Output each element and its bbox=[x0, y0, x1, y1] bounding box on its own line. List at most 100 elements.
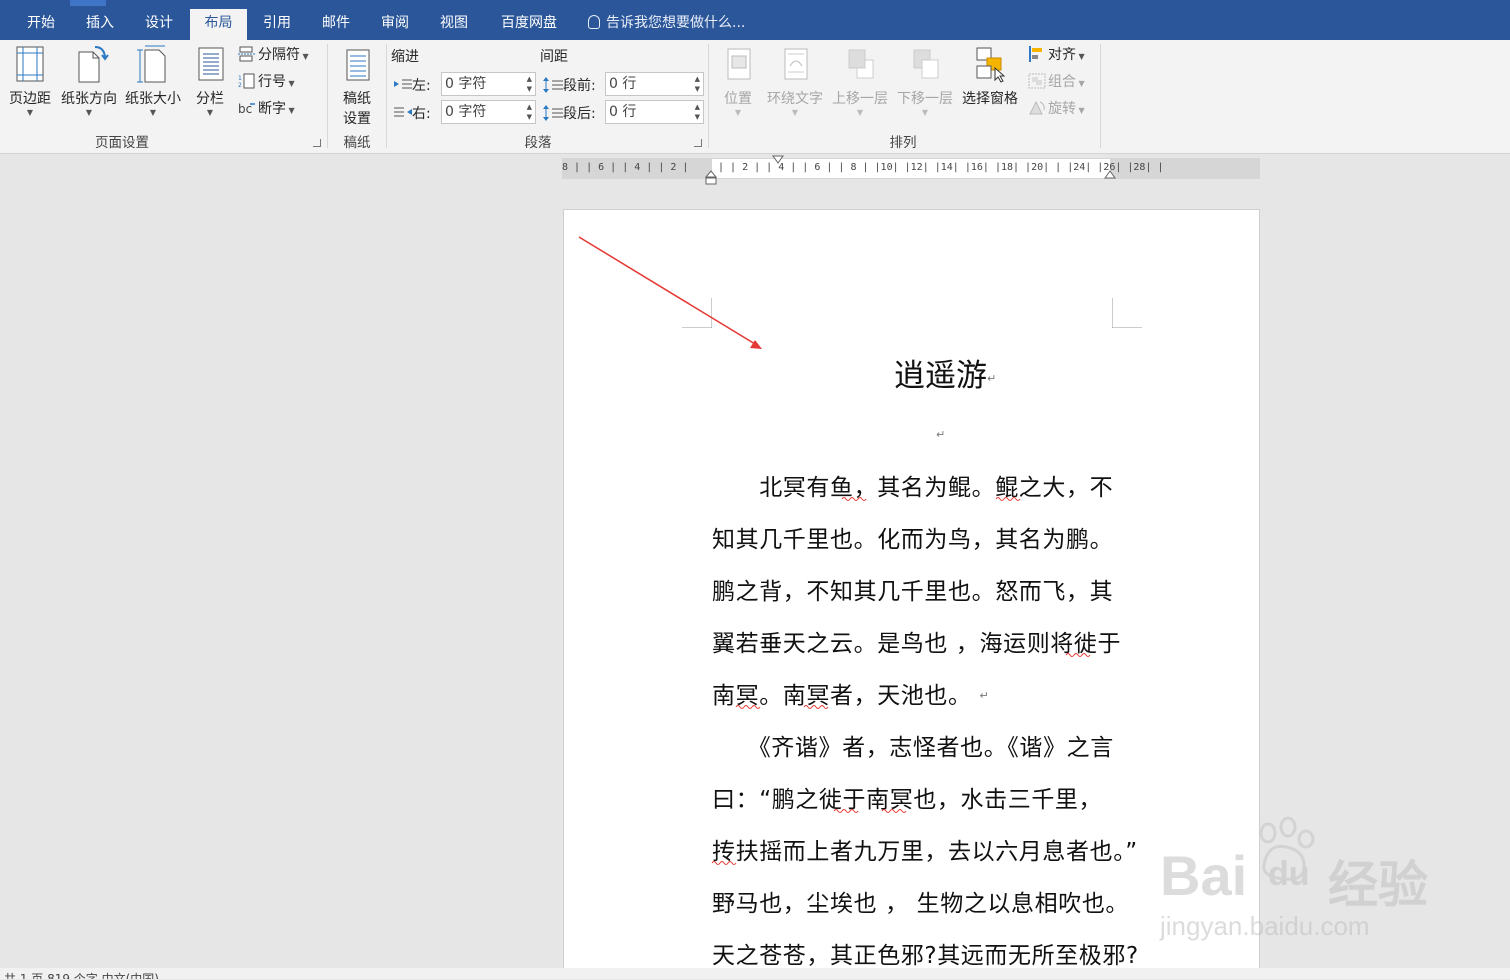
align-label: 对齐 bbox=[1048, 47, 1076, 63]
send-backward-label: 下移一层 bbox=[897, 91, 953, 107]
tab-mailings[interactable]: 邮件 bbox=[310, 12, 362, 38]
group-divider bbox=[708, 44, 709, 148]
group-divider bbox=[327, 44, 328, 148]
selection-pane-button[interactable]: 选择窗格 bbox=[958, 44, 1022, 108]
tab-layout[interactable]: 布局 bbox=[190, 9, 247, 40]
manuscript-line1: 稿纸 bbox=[343, 91, 371, 107]
watermark-brand-du: du bbox=[1268, 855, 1310, 893]
tab-references[interactable]: 引用 bbox=[251, 12, 303, 38]
send-backward-icon bbox=[913, 49, 939, 79]
rotate-label: 旋转 bbox=[1048, 101, 1076, 117]
spacing-after-value: 0 行 bbox=[609, 104, 637, 120]
status-bar: 共 1 页 819 个字 中文(中国) bbox=[0, 968, 1510, 979]
tab-design[interactable]: 设计 bbox=[133, 12, 185, 38]
wrap-text-icon bbox=[784, 48, 808, 80]
annotation-arrow bbox=[578, 236, 762, 349]
selection-pane-label: 选择窗格 bbox=[962, 91, 1018, 107]
align-icon bbox=[1029, 46, 1042, 62]
rotate-button[interactable]: 旋转 ▼ bbox=[1028, 98, 1085, 120]
spacing-before-input[interactable]: 0 行 ▲ ▼ bbox=[605, 72, 704, 96]
send-backward-button[interactable]: 下移一层 ▼ bbox=[894, 44, 956, 118]
line-numbers-label: 行号 bbox=[258, 74, 286, 90]
indent-right-icon bbox=[394, 107, 412, 117]
position-label: 位置 bbox=[724, 91, 752, 107]
columns-button[interactable]: 分栏 ▼ bbox=[188, 44, 232, 118]
group-divider bbox=[1100, 44, 1101, 148]
manuscript-icon bbox=[346, 49, 370, 81]
bring-forward-button[interactable]: 上移一层 ▼ bbox=[829, 44, 891, 118]
line-numbers-button[interactable]: 1 2 行号 ▼ bbox=[238, 71, 295, 93]
watermark-cn: 经验 bbox=[1328, 857, 1428, 913]
group-icon bbox=[1028, 73, 1046, 89]
watermark-url: jingyan.baidu.com bbox=[1160, 911, 1370, 941]
manuscript-settings-button[interactable]: 稿纸 设置 bbox=[334, 44, 380, 128]
page-setup-launcher-icon[interactable] bbox=[313, 139, 321, 147]
tab-home[interactable]: 开始 bbox=[16, 12, 66, 38]
indent-left-label: 左: bbox=[394, 75, 431, 95]
orientation-label: 纸张方向 bbox=[61, 91, 117, 107]
right-indent-marker-icon[interactable] bbox=[1104, 170, 1118, 180]
tab-view[interactable]: 视图 bbox=[428, 12, 480, 38]
tell-me-text: 告诉我您想要做什么... bbox=[606, 15, 746, 31]
ribbon-panel: 页边距 ▼ 纸张方向 ▼ 纸张大小 ▼ 分栏 ▼ 分隔符 ▼ 12行号 ▼ bbox=[0, 40, 1510, 154]
status-text: 共 1 页 819 个字 中文(中国) bbox=[4, 972, 159, 979]
spinner-arrows-icon[interactable]: ▲ ▼ bbox=[527, 102, 532, 122]
indent-heading: 缩进 bbox=[391, 49, 419, 65]
indent-left-icon bbox=[394, 79, 412, 89]
tab-review[interactable]: 审阅 bbox=[369, 12, 421, 38]
chevron-down-icon: ▼ bbox=[856, 108, 864, 117]
breaks-label: 分隔符 bbox=[258, 47, 300, 63]
indent-right-input[interactable]: 0 字符 ▲ ▼ bbox=[441, 100, 536, 124]
bring-forward-icon bbox=[848, 49, 874, 79]
manuscript-line2: 设置 bbox=[343, 111, 371, 127]
spacing-before-icon bbox=[543, 77, 563, 93]
position-icon bbox=[727, 48, 751, 80]
spacing-before-label: 段前: bbox=[543, 75, 596, 95]
columns-label: 分栏 bbox=[196, 91, 224, 107]
lightbulb-icon bbox=[588, 15, 600, 29]
svg-text:1: 1 bbox=[238, 75, 242, 82]
chevron-down-icon: ▼ bbox=[921, 108, 929, 117]
indent-right-label: 右: bbox=[394, 103, 431, 123]
chevron-down-icon: ▼ bbox=[149, 108, 157, 117]
spinner-arrows-icon[interactable]: ▲ ▼ bbox=[695, 102, 700, 122]
align-button[interactable]: 对齐 ▼ bbox=[1028, 44, 1085, 66]
rotate-icon bbox=[1029, 100, 1045, 115]
paragraph-launcher-icon[interactable] bbox=[694, 139, 702, 147]
hyphenation-label: 断字 bbox=[258, 101, 286, 117]
tab-insert[interactable]: 插入 bbox=[74, 12, 126, 38]
page-size-icon bbox=[137, 45, 166, 83]
spinner-arrows-icon[interactable]: ▲ ▼ bbox=[695, 74, 700, 94]
page-setup-group-label: 页面设置 bbox=[95, 135, 149, 151]
margins-button[interactable]: 页边距 ▼ bbox=[4, 44, 56, 118]
wrap-text-button[interactable]: 环绕文字 ▼ bbox=[763, 44, 827, 118]
chevron-down-icon: ▼ bbox=[734, 108, 742, 117]
breaks-button[interactable]: 分隔符 ▼ bbox=[238, 44, 309, 66]
spacing-heading: 间距 bbox=[540, 49, 568, 65]
wrap-text-label: 环绕文字 bbox=[767, 91, 823, 107]
first-line-indent-marker-icon[interactable] bbox=[772, 155, 786, 165]
group-divider bbox=[386, 44, 387, 148]
spacing-after-input[interactable]: 0 行 ▲ ▼ bbox=[605, 100, 704, 124]
hyphenation-icon: bc bbox=[238, 102, 255, 116]
group-button[interactable]: 组合 ▼ bbox=[1028, 71, 1085, 93]
breaks-icon bbox=[238, 46, 256, 62]
arrange-group-label: 排列 bbox=[889, 135, 917, 151]
svg-text:2: 2 bbox=[238, 82, 242, 89]
tell-me-search[interactable]: 告诉我您想要做什么... bbox=[588, 12, 745, 32]
horizontal-ruler[interactable]: 8 | | 6 | | 4 | | 2 | | | 2 | | 4 | | 6 … bbox=[562, 155, 1260, 185]
spacing-after-icon bbox=[543, 105, 563, 121]
line-numbers-icon: 12 bbox=[238, 73, 255, 89]
orientation-button[interactable]: 纸张方向 ▼ bbox=[58, 44, 120, 118]
ruler-left-labels: 8 | | 6 | | 4 | | 2 | bbox=[562, 162, 689, 173]
ribbon-tab-bar: 开始 插入 设计 布局 引用 邮件 审阅 视图 百度网盘 告诉我您想要做什么..… bbox=[0, 0, 1510, 40]
spinner-arrows-icon[interactable]: ▲ ▼ bbox=[527, 74, 532, 94]
tab-baidu-netdisk[interactable]: 百度网盘 bbox=[490, 12, 568, 38]
size-button[interactable]: 纸张大小 ▼ bbox=[122, 44, 184, 118]
left-indent-marker-icon[interactable] bbox=[705, 170, 719, 186]
indent-left-input[interactable]: 0 字符 ▲ ▼ bbox=[441, 72, 536, 96]
position-button[interactable]: 位置 ▼ bbox=[716, 44, 760, 118]
hyphenation-button[interactable]: bc 断字 ▼ bbox=[238, 98, 295, 120]
baidu-jingyan-watermark: Bai du 经验 jingyan.baidu.com bbox=[1160, 815, 1500, 945]
size-label: 纸张大小 bbox=[125, 91, 181, 107]
